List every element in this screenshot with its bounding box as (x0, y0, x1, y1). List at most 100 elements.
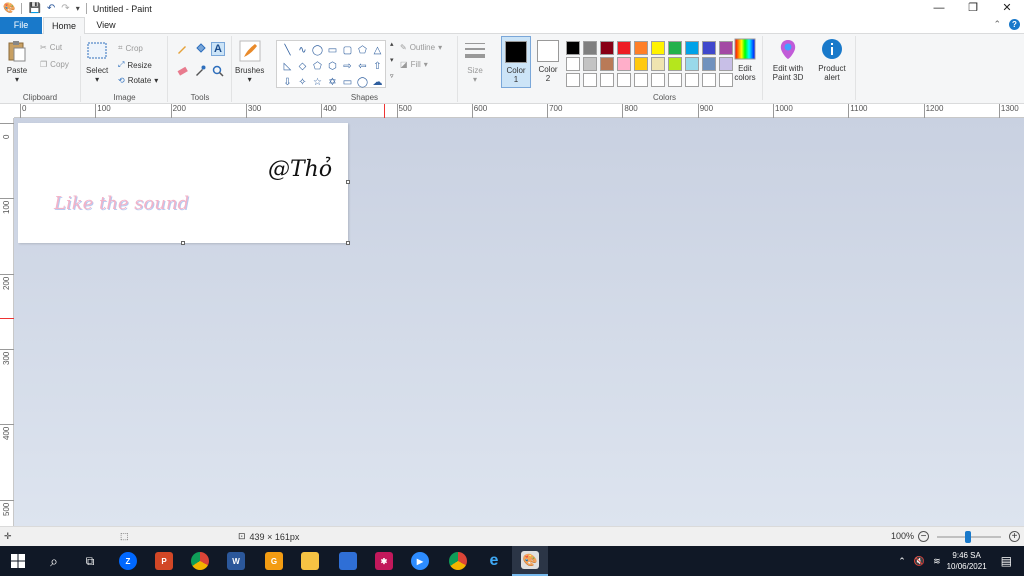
taskbar-word[interactable]: W (218, 546, 254, 576)
oval-shape-icon[interactable]: ◯ (310, 43, 325, 57)
taskbar-file-explorer[interactable] (292, 546, 328, 576)
size-button[interactable]: Size ▾ (464, 40, 486, 84)
resize-handle-corner[interactable] (346, 241, 350, 245)
taskbar-app-blue[interactable] (330, 546, 366, 576)
copy-button[interactable]: ❐ Copy (40, 60, 69, 69)
tab-home[interactable]: Home (43, 17, 85, 35)
color-swatch[interactable] (685, 57, 699, 71)
clock[interactable]: 9:46 SA 10/06/2021 (947, 550, 987, 572)
color-swatch[interactable] (651, 73, 665, 87)
color-swatch[interactable] (600, 57, 614, 71)
brushes-button[interactable]: Brushes ▾ (235, 40, 264, 84)
right-arrow-shape-icon[interactable]: ⇨ (340, 59, 355, 73)
color-swatch[interactable] (668, 41, 682, 55)
color-swatch[interactable] (617, 41, 631, 55)
save-icon[interactable]: 💾 (28, 3, 40, 14)
zoom-in-button[interactable]: + (1009, 531, 1020, 542)
shapes-expand[interactable]: ▿ (390, 72, 394, 80)
edit-colors-button[interactable]: Edit colors (731, 38, 759, 82)
cut-button[interactable]: ✂ Cut (40, 43, 62, 52)
color-swatch[interactable] (617, 57, 631, 71)
color-swatch[interactable] (668, 73, 682, 87)
color1-button[interactable]: Color 1 (501, 36, 531, 88)
resize-handle-bottom[interactable] (181, 241, 185, 245)
five-point-star-icon[interactable]: ☆ (310, 75, 325, 89)
rectangle-shape-icon[interactable]: ▭ (325, 43, 340, 57)
color-swatch[interactable] (600, 41, 614, 55)
color-swatch[interactable] (566, 73, 580, 87)
up-arrow-shape-icon[interactable]: ⇧ (370, 59, 385, 73)
resize-handle-right[interactable] (346, 180, 350, 184)
rotate-button[interactable]: ⟲ Rotate ▾ (118, 76, 158, 85)
paste-button[interactable]: Paste ▾ (6, 40, 28, 84)
color-swatch[interactable] (702, 57, 716, 71)
taskbar-chrome-2[interactable] (440, 546, 476, 576)
taskbar-zalo[interactable]: Z (110, 546, 146, 576)
task-view-button[interactable]: ⧉ (72, 546, 108, 576)
taskbar-internet-explorer[interactable]: e (476, 546, 512, 576)
tab-file[interactable]: File (0, 17, 42, 34)
search-button[interactable]: ⌕ (36, 546, 72, 576)
down-arrow-shape-icon[interactable]: ⇩ (280, 75, 295, 89)
color-swatch[interactable] (651, 57, 665, 71)
taskbar-app-orange[interactable]: G (256, 546, 292, 576)
fill-bucket-icon[interactable] (193, 42, 207, 56)
rounded-rectangle-shape-icon[interactable]: ▢ (340, 43, 355, 57)
help-icon[interactable]: ? (1009, 19, 1020, 30)
color-swatch[interactable] (634, 73, 648, 87)
color-swatch[interactable] (583, 41, 597, 55)
color-swatch[interactable] (634, 57, 648, 71)
color-swatch[interactable] (668, 57, 682, 71)
crop-button[interactable]: ⌗ Crop (118, 43, 143, 53)
customize-dropdown-icon[interactable]: ▾ (76, 4, 80, 13)
pentagon-shape-icon[interactable]: ⬠ (310, 59, 325, 73)
hexagon-shape-icon[interactable]: ⬡ (325, 59, 340, 73)
tab-view[interactable]: View (86, 17, 126, 34)
taskbar-zoom[interactable]: ▶ (402, 546, 438, 576)
canvas-workspace[interactable]: @Thỏ Like the sound (14, 118, 1024, 526)
color-swatch[interactable] (617, 73, 631, 87)
line-shape-icon[interactable]: ╲ (280, 43, 295, 57)
show-hidden-icons-icon[interactable]: ⌃ (898, 556, 906, 567)
triangle-shape-icon[interactable]: △ (370, 43, 385, 57)
close-button[interactable]: ✕ (990, 0, 1024, 17)
left-arrow-shape-icon[interactable]: ⇦ (355, 59, 370, 73)
drawing-canvas[interactable]: @Thỏ Like the sound (18, 123, 348, 243)
color-swatch[interactable] (566, 41, 580, 55)
collapse-ribbon-icon[interactable]: ⌃ (993, 19, 1001, 30)
color-swatch[interactable] (583, 73, 597, 87)
color2-button[interactable]: Color 2 (533, 36, 563, 88)
redo-icon[interactable]: ↷ (61, 3, 69, 14)
text-tool-icon[interactable]: A (211, 42, 225, 56)
scroll-down-icon[interactable]: ▾ (390, 56, 394, 64)
right-triangle-shape-icon[interactable]: ◺ (280, 59, 295, 73)
restore-button[interactable]: ❐ (956, 0, 990, 17)
callout-cloud-icon[interactable]: ☁ (370, 75, 385, 89)
color-swatch[interactable] (651, 41, 665, 55)
magnifier-icon[interactable] (211, 64, 225, 78)
edit-with-paint3d-button[interactable]: Edit with Paint 3D (768, 38, 808, 82)
minimize-button[interactable]: — (922, 0, 956, 17)
zoom-slider-thumb[interactable] (965, 531, 971, 543)
taskbar-chrome[interactable] (182, 546, 218, 576)
wifi-icon[interactable]: ≋ (933, 556, 941, 567)
product-alert-button[interactable]: Product alert (814, 38, 850, 82)
pencil-icon[interactable] (175, 42, 189, 56)
outline-button[interactable]: ✎ Outline ▾ (400, 43, 442, 52)
color-swatch[interactable] (634, 41, 648, 55)
curve-shape-icon[interactable]: ∿ (295, 43, 310, 57)
undo-icon[interactable]: ↶ (47, 3, 55, 14)
color-swatch[interactable] (566, 57, 580, 71)
color-swatch[interactable] (685, 41, 699, 55)
taskbar-powerpoint[interactable]: P (146, 546, 182, 576)
callout-oval-icon[interactable]: ◯ (355, 75, 370, 89)
callout-rectangle-icon[interactable]: ▭ (340, 75, 355, 89)
four-point-star-icon[interactable]: ✧ (295, 75, 310, 89)
notification-icon[interactable]: ▤ (1001, 554, 1012, 568)
scroll-up-icon[interactable]: ▴ (390, 40, 394, 48)
taskbar-paint[interactable]: 🎨 (512, 546, 548, 576)
color-swatch[interactable] (600, 73, 614, 87)
diamond-shape-icon[interactable]: ◇ (295, 59, 310, 73)
taskbar-app-pink[interactable]: ✱ (366, 546, 402, 576)
six-point-star-icon[interactable]: ✡ (325, 75, 340, 89)
